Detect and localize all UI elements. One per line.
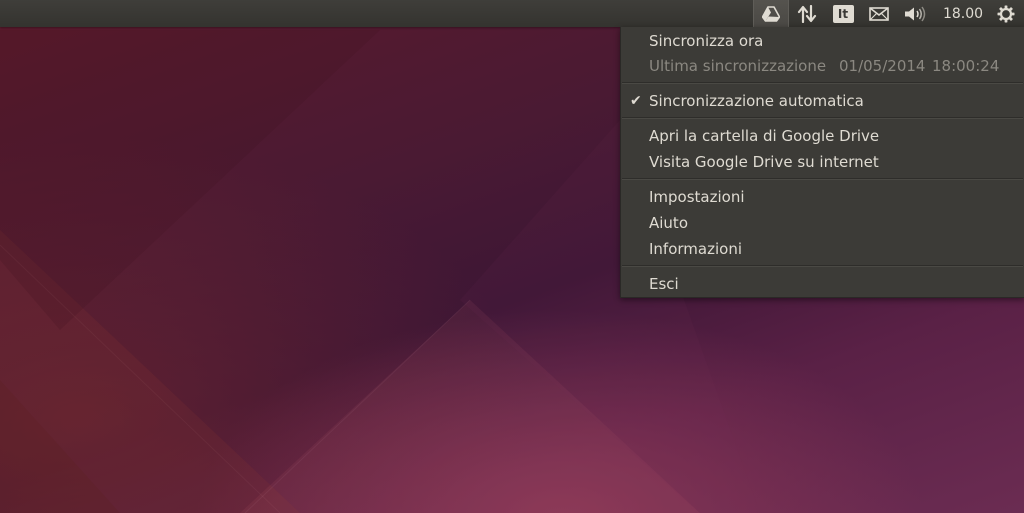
power-gear-icon — [997, 5, 1015, 22]
menu-item-about[interactable]: Informazioni — [621, 237, 1024, 261]
sync-now-label: Sincronizza ora — [649, 32, 764, 50]
google-drive-icon — [762, 5, 780, 22]
google-drive-menu: Sincronizza ora Ultima sincronizzazione … — [620, 27, 1024, 298]
clock: 18.00 — [942, 5, 984, 22]
open-folder-label: Apri la cartella di Google Drive — [649, 127, 880, 145]
menu-item-last-sync: Ultima sincronizzazione 01/05/2014 18:00… — [621, 54, 1024, 78]
messaging-indicator[interactable] — [864, 0, 894, 27]
menu-separator — [622, 117, 1023, 119]
settings-label: Impostazioni — [649, 188, 745, 206]
menu-item-settings[interactable]: Impostazioni — [621, 185, 1024, 209]
desktop-wallpaper: It 18.00 Sincronizza ora Ultima sincroni… — [0, 0, 1024, 513]
about-label: Informazioni — [649, 240, 742, 258]
menu-separator — [622, 82, 1023, 84]
menu-item-quit[interactable]: Esci — [621, 272, 1024, 296]
last-sync-label: Ultima sincronizzazione — [649, 57, 827, 75]
visit-online-label: Visita Google Drive su internet — [649, 153, 879, 171]
google-drive-indicator[interactable] — [753, 0, 789, 27]
menu-item-open-folder[interactable]: Apri la cartella di Google Drive — [621, 124, 1024, 148]
menu-item-visit-online[interactable]: Visita Google Drive su internet — [621, 150, 1024, 174]
menu-separator — [622, 178, 1023, 180]
checkmark-icon: ✔ — [630, 93, 642, 109]
network-transfer-icon — [797, 4, 817, 23]
datetime-indicator[interactable]: 18.00 — [937, 0, 989, 27]
volume-icon — [905, 6, 926, 21]
mail-icon — [869, 6, 889, 21]
session-indicator[interactable] — [992, 0, 1020, 27]
network-indicator[interactable] — [791, 0, 823, 27]
menu-item-help[interactable]: Aiuto — [621, 211, 1024, 235]
last-sync-time: 18:00:24 — [932, 57, 1000, 75]
last-sync-date: 01/05/2014 — [839, 57, 926, 75]
help-label: Aiuto — [649, 214, 688, 232]
menu-separator — [622, 265, 1023, 267]
keyboard-layout-badge: It — [832, 4, 854, 23]
menu-item-sync-now[interactable]: Sincronizza ora — [621, 29, 1024, 53]
top-panel: It 18.00 — [0, 0, 1024, 27]
auto-sync-label: Sincronizzazione automatica — [649, 92, 864, 110]
keyboard-layout-indicator[interactable]: It — [830, 0, 856, 27]
menu-item-auto-sync[interactable]: ✔ Sincronizzazione automatica — [621, 89, 1024, 113]
quit-label: Esci — [649, 275, 679, 293]
sound-indicator[interactable] — [900, 0, 930, 27]
